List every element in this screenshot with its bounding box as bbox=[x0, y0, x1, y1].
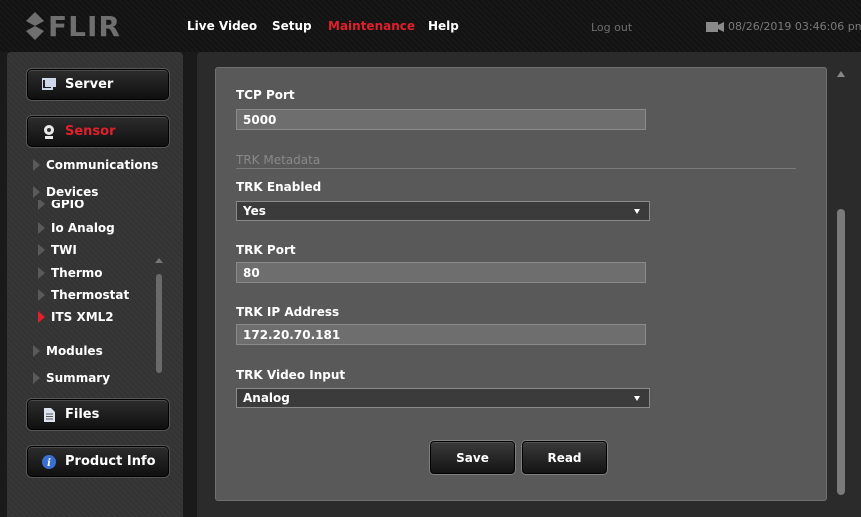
devices-scrollbar[interactable] bbox=[155, 258, 163, 373]
trk-ip-address-label: TRK IP Address bbox=[236, 305, 340, 319]
device-item-thermostat[interactable]: Thermostat bbox=[38, 288, 129, 302]
expand-arrow-icon bbox=[38, 267, 45, 279]
trk-video-input-select[interactable]: Analog bbox=[236, 388, 650, 408]
datetime-text: 08/26/2019 03:46:06 pm bbox=[728, 20, 861, 33]
sidebar-item-modules[interactable]: Modules bbox=[33, 344, 103, 358]
device-label: ITS XML2 bbox=[51, 310, 114, 324]
nav-maintenance[interactable]: Maintenance bbox=[328, 19, 415, 33]
expand-arrow-icon bbox=[33, 345, 40, 357]
flir-logo: FLIR bbox=[26, 9, 121, 43]
modules-label: Modules bbox=[46, 344, 103, 358]
datetime-display: 08/26/2019 03:46:06 pm bbox=[706, 20, 861, 33]
device-item-twi[interactable]: TWI bbox=[38, 243, 77, 257]
expand-arrow-icon bbox=[38, 244, 45, 256]
expand-arrow-icon bbox=[38, 200, 45, 210]
expand-arrow-icon bbox=[33, 186, 40, 198]
dropdown-caret-icon bbox=[634, 395, 640, 401]
trk-metadata-section-title: TRK Metadata bbox=[236, 153, 796, 169]
device-label: GPIO bbox=[51, 200, 85, 211]
video-camera-icon bbox=[706, 21, 724, 32]
logo-text: FLIR bbox=[48, 9, 121, 43]
product-info-button[interactable]: i Product Info bbox=[27, 446, 169, 477]
communications-label: Communications bbox=[46, 158, 159, 172]
tcp-port-input[interactable] bbox=[236, 109, 646, 130]
sidebar: Server Sensor Communications Devices GPI… bbox=[7, 52, 183, 517]
summary-label: Summary bbox=[46, 371, 111, 385]
server-button[interactable]: Server bbox=[27, 69, 169, 100]
server-label: Server bbox=[65, 77, 114, 92]
trk-video-input-value: Analog bbox=[243, 391, 290, 405]
sensor-button[interactable]: Sensor bbox=[27, 116, 169, 147]
logout-link[interactable]: Log out bbox=[591, 21, 632, 34]
trk-port-input[interactable] bbox=[236, 262, 646, 283]
info-icon: i bbox=[42, 454, 56, 469]
main-scrollbar[interactable] bbox=[833, 67, 851, 499]
flir-emblem-icon bbox=[26, 12, 44, 40]
device-item-gpio[interactable]: GPIO bbox=[38, 200, 84, 211]
trk-enabled-select[interactable]: Yes bbox=[236, 201, 650, 221]
scroll-up-arrow-icon[interactable] bbox=[155, 258, 163, 263]
expand-arrow-icon bbox=[38, 222, 45, 234]
files-label: Files bbox=[65, 407, 100, 422]
trk-port-label: TRK Port bbox=[236, 243, 296, 257]
nav-help[interactable]: Help bbox=[428, 19, 459, 33]
scroll-thumb[interactable] bbox=[156, 274, 162, 373]
expand-arrow-icon bbox=[33, 159, 40, 171]
sensor-label: Sensor bbox=[65, 124, 116, 139]
svg-text:i: i bbox=[47, 458, 51, 469]
trk-video-input-label: TRK Video Input bbox=[236, 368, 346, 382]
nav-live-video[interactable]: Live Video bbox=[187, 19, 257, 33]
read-button[interactable]: Read bbox=[522, 441, 607, 474]
tcp-port-label: TCP Port bbox=[236, 88, 295, 102]
server-icon bbox=[42, 78, 56, 92]
expand-arrow-icon bbox=[38, 311, 45, 323]
device-item-its-xml2[interactable]: ITS XML2 bbox=[38, 310, 114, 324]
device-label: TWI bbox=[51, 243, 77, 257]
trk-ip-address-input[interactable] bbox=[236, 324, 646, 345]
expand-arrow-icon bbox=[38, 289, 45, 301]
files-button[interactable]: Files bbox=[27, 399, 169, 430]
device-label: Thermostat bbox=[51, 288, 130, 302]
sidebar-item-devices[interactable]: Devices bbox=[33, 185, 98, 199]
sidebar-item-communications[interactable]: Communications bbox=[33, 158, 158, 172]
device-label: Thermo bbox=[51, 266, 103, 280]
product-info-label: Product Info bbox=[65, 454, 156, 469]
device-item-thermo[interactable]: Thermo bbox=[38, 266, 103, 280]
expand-arrow-icon bbox=[33, 372, 40, 384]
save-button[interactable]: Save bbox=[430, 441, 515, 474]
settings-form: TCP Port TRK Metadata TRK Enabled Yes TR… bbox=[215, 67, 827, 501]
scroll-thumb[interactable] bbox=[837, 209, 845, 495]
file-icon bbox=[42, 407, 56, 422]
sidebar-item-summary[interactable]: Summary bbox=[33, 371, 110, 385]
main-panel: TCP Port TRK Metadata TRK Enabled Yes TR… bbox=[197, 52, 861, 517]
top-bar: FLIR Live Video Setup Maintenance Help L… bbox=[0, 0, 861, 52]
trk-enabled-label: TRK Enabled bbox=[236, 180, 322, 194]
scroll-up-arrow-icon[interactable] bbox=[837, 71, 845, 77]
devices-sublist: GPIO Io Analog TWI Thermo Thermostat ITS… bbox=[33, 200, 153, 325]
device-item-io-analog[interactable]: Io Analog bbox=[38, 221, 115, 235]
trk-enabled-value: Yes bbox=[243, 204, 266, 218]
dropdown-caret-icon bbox=[634, 208, 640, 214]
devices-label: Devices bbox=[46, 185, 99, 199]
device-label: Io Analog bbox=[51, 221, 115, 235]
webcam-icon bbox=[42, 124, 56, 139]
nav-setup[interactable]: Setup bbox=[272, 19, 312, 33]
